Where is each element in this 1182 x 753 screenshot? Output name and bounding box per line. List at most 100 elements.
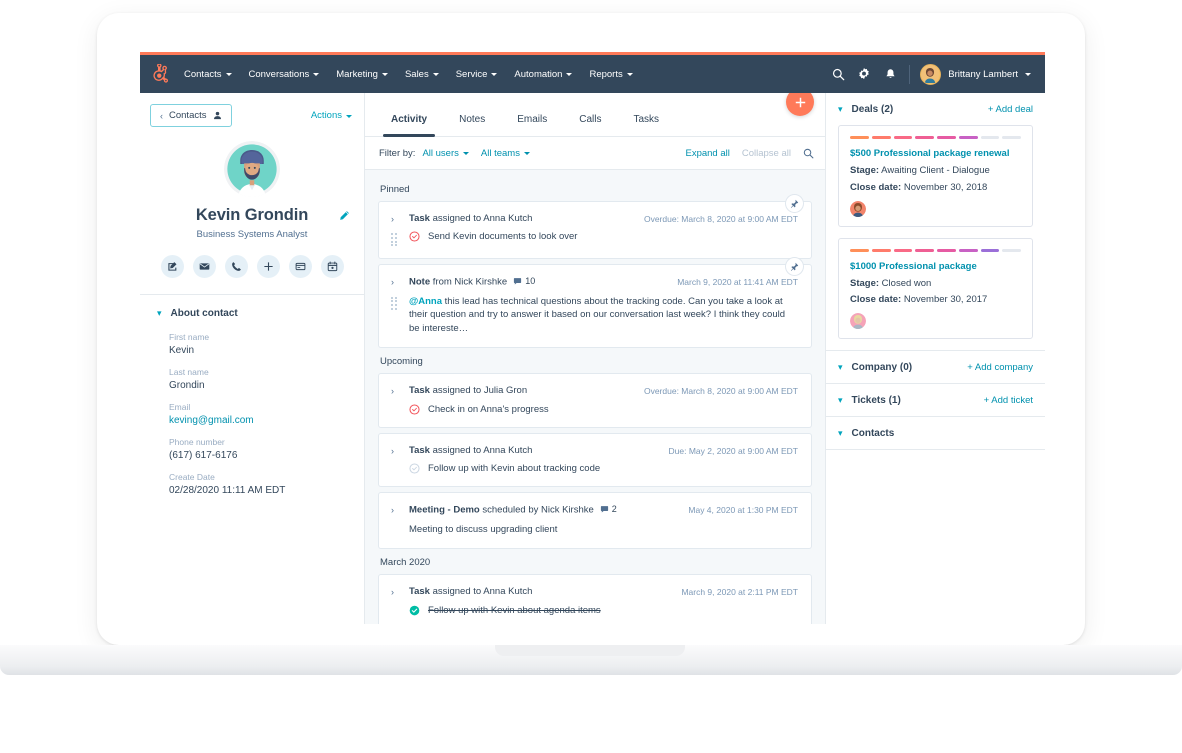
call-icon[interactable] bbox=[225, 255, 248, 278]
add-ticket-button[interactable]: + Add ticket bbox=[984, 395, 1033, 406]
bell-icon[interactable] bbox=[877, 61, 903, 87]
search-icon[interactable] bbox=[803, 148, 814, 159]
nav-item-contacts[interactable]: Contacts bbox=[184, 69, 232, 80]
search-icon[interactable] bbox=[825, 61, 851, 87]
chevron-down-icon bbox=[627, 73, 633, 76]
company-section-header: ▾ Company (0) + Add company bbox=[826, 351, 1045, 383]
deal-card[interactable]: $1000 Professional package Stage: Closed… bbox=[838, 238, 1033, 340]
chevron-down-icon[interactable]: ▾ bbox=[838, 105, 843, 114]
log-icon[interactable] bbox=[289, 255, 312, 278]
deal-card[interactable]: $500 Professional package renewal Stage:… bbox=[838, 125, 1033, 227]
all-users-dropdown[interactable]: All users bbox=[422, 148, 468, 159]
chevron-right-icon[interactable]: › bbox=[391, 214, 398, 224]
timeline-item-task[interactable]: › Task assigned to Anna Kutch March 9, 2… bbox=[379, 575, 811, 624]
chevron-right-icon[interactable]: › bbox=[391, 587, 398, 597]
timeline-item-note[interactable]: › Note from Nick Kirshke10 March 9, 2020… bbox=[379, 265, 811, 347]
hubspot-sprocket-icon[interactable] bbox=[151, 64, 171, 84]
nav-right-group: Brittany Lambert bbox=[825, 61, 1031, 87]
nav-item-sales[interactable]: Sales bbox=[405, 69, 439, 80]
task-status-done-icon[interactable] bbox=[409, 605, 420, 616]
pencil-icon[interactable] bbox=[339, 210, 350, 221]
nav-item-conversations[interactable]: Conversations bbox=[249, 69, 320, 80]
property-phone-number: Phone number (617) 617-6176 bbox=[140, 437, 364, 461]
property-value[interactable]: Grondin bbox=[169, 380, 364, 391]
collapse-all-button[interactable]: Collapse all bbox=[742, 148, 791, 159]
contact-job-title: Business Systems Analyst bbox=[140, 229, 364, 240]
deal-name[interactable]: $500 Professional package renewal bbox=[850, 148, 1021, 159]
tab-tasks[interactable]: Tasks bbox=[618, 114, 676, 136]
deal-stage: Stage: Closed won bbox=[850, 278, 1021, 291]
mention-link[interactable]: @Anna bbox=[409, 296, 442, 307]
chevron-down-icon[interactable]: ▾ bbox=[838, 363, 843, 372]
actions-dropdown[interactable]: Actions bbox=[311, 110, 352, 121]
property-last-name: Last name Grondin bbox=[140, 367, 364, 391]
tab-label: Notes bbox=[459, 114, 485, 125]
about-contact-header[interactable]: ▾ About contact bbox=[140, 308, 364, 319]
task-text: Follow up with Kevin about tracking code bbox=[428, 463, 600, 474]
tab-calls[interactable]: Calls bbox=[563, 114, 617, 136]
deal-name[interactable]: $1000 Professional package bbox=[850, 261, 1021, 272]
nav-item-reports[interactable]: Reports bbox=[589, 69, 632, 80]
property-value[interactable]: Kevin bbox=[169, 345, 364, 356]
deal-stage-progress bbox=[850, 249, 1021, 252]
meeting-calendar-icon[interactable] bbox=[321, 255, 344, 278]
timeline-item-task[interactable]: › Task assigned to Anna Kutch Overdue: M… bbox=[379, 202, 811, 258]
timeline-item-task[interactable]: › Task assigned to Anna Kutch Due: May 2… bbox=[379, 434, 811, 486]
back-to-contacts-button[interactable]: ‹ Contacts bbox=[150, 104, 232, 127]
nav-item-automation[interactable]: Automation bbox=[514, 69, 572, 80]
tab-notes[interactable]: Notes bbox=[443, 114, 501, 136]
nav-divider bbox=[909, 65, 910, 84]
note-body: @Anna this lead has technical questions … bbox=[409, 295, 798, 335]
stage-segment bbox=[937, 249, 956, 252]
property-create-date: Create Date 02/28/2020 11:11 AM EDT bbox=[140, 472, 364, 496]
add-activity-button[interactable] bbox=[786, 93, 814, 116]
deal-owner-avatar[interactable] bbox=[850, 313, 866, 329]
contact-action-icons bbox=[140, 255, 364, 294]
nav-item-marketing[interactable]: Marketing bbox=[336, 69, 388, 80]
property-value[interactable]: (617) 617-6176 bbox=[169, 450, 364, 461]
chevron-down-icon[interactable]: ▾ bbox=[838, 429, 843, 438]
contacts-title: Contacts bbox=[852, 428, 895, 439]
tab-emails[interactable]: Emails bbox=[501, 114, 563, 136]
gear-icon[interactable] bbox=[851, 61, 877, 87]
task-status-pending-icon[interactable] bbox=[409, 463, 420, 474]
deal-owner-avatar[interactable] bbox=[850, 201, 866, 217]
stage-segment bbox=[981, 136, 1000, 139]
contact-sidebar: ‹ Contacts Actions bbox=[140, 93, 365, 624]
task-status-overdue-icon[interactable] bbox=[409, 404, 420, 415]
timeline-item-title: Note from Nick Kirshke10 bbox=[409, 276, 669, 289]
timeline-item-meeting[interactable]: › Meeting - Demo scheduled by Nick Kirsh… bbox=[379, 493, 811, 548]
timeline-item-task[interactable]: › Task assigned to Julia Gron Overdue: M… bbox=[379, 374, 811, 426]
add-deal-button[interactable]: + Add deal bbox=[988, 104, 1033, 115]
timeline-item-header: › Task assigned to Anna Kutch Due: May 2… bbox=[391, 445, 798, 457]
pin-icon[interactable] bbox=[786, 258, 803, 275]
property-value[interactable]: 02/28/2020 11:11 AM EDT bbox=[169, 485, 364, 496]
chevron-right-icon[interactable]: › bbox=[391, 446, 398, 456]
tab-activity[interactable]: Activity bbox=[375, 114, 443, 136]
chevron-right-icon[interactable]: › bbox=[391, 386, 398, 396]
pin-icon[interactable] bbox=[786, 195, 803, 212]
chevron-right-icon[interactable]: › bbox=[391, 505, 398, 515]
expand-all-button[interactable]: Expand all bbox=[686, 148, 730, 159]
user-menu[interactable]: Brittany Lambert bbox=[920, 64, 1031, 85]
nav-item-service[interactable]: Service bbox=[456, 69, 498, 80]
note-icon[interactable] bbox=[161, 255, 184, 278]
nav-item-label: Sales bbox=[405, 69, 429, 80]
deal-stage-progress bbox=[850, 136, 1021, 139]
item-type-label: Task bbox=[409, 385, 430, 396]
timeline-item-body: Follow up with Kevin about agenda items bbox=[391, 605, 798, 616]
all-teams-dropdown[interactable]: All teams bbox=[481, 148, 530, 159]
email-icon[interactable] bbox=[193, 255, 216, 278]
chevron-right-icon[interactable]: › bbox=[391, 277, 398, 287]
task-line: Follow up with Kevin about tracking code bbox=[409, 463, 600, 474]
timeline-item-title: Meeting - Demo scheduled by Nick Kirshke… bbox=[409, 504, 680, 517]
drag-handle-icon[interactable] bbox=[391, 297, 398, 310]
chevron-down-icon[interactable]: ▾ bbox=[838, 396, 843, 405]
drag-handle-icon[interactable] bbox=[391, 233, 398, 246]
property-label: Phone number bbox=[169, 437, 364, 447]
add-company-button[interactable]: + Add company bbox=[967, 362, 1033, 373]
tab-label: Tasks bbox=[634, 114, 660, 125]
plus-icon[interactable] bbox=[257, 255, 280, 278]
task-status-overdue-icon[interactable] bbox=[409, 231, 420, 242]
property-value[interactable]: keving@gmail.com bbox=[169, 415, 364, 426]
